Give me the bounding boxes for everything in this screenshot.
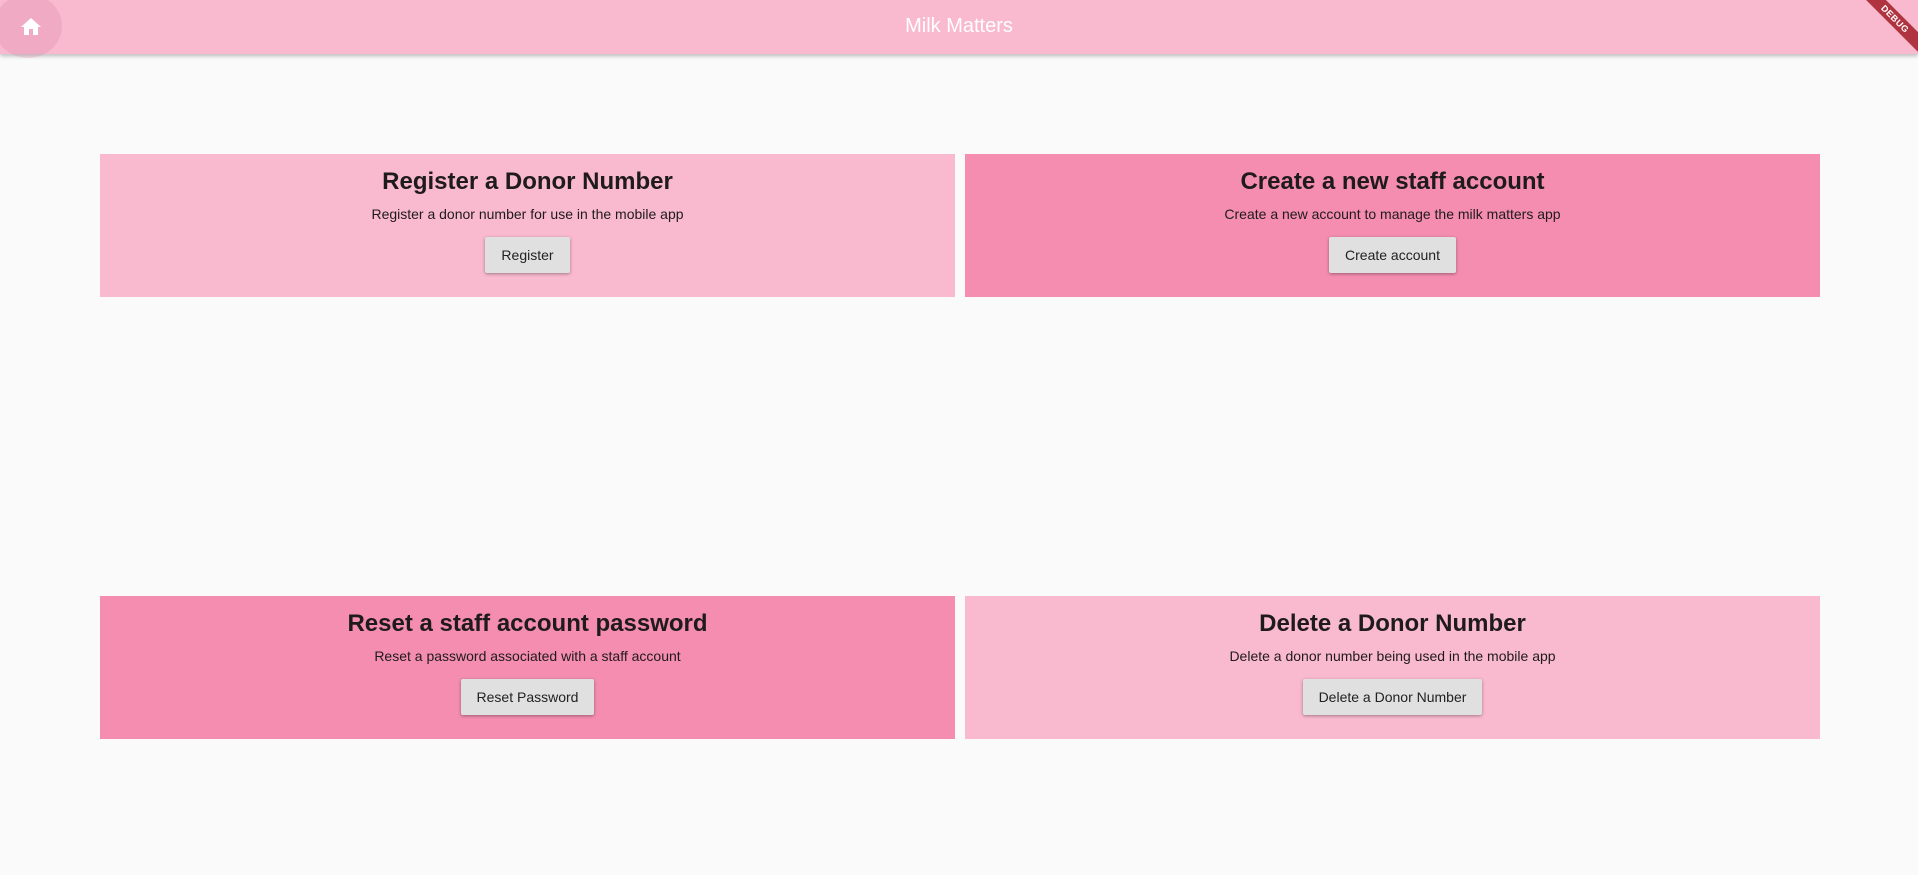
- reset-password-card: Reset a staff account password Reset a p…: [100, 596, 955, 739]
- app-title: Milk Matters: [905, 15, 1013, 37]
- card-title: Reset a staff account password: [347, 610, 708, 637]
- delete-donor-button[interactable]: Delete a Donor Number: [1302, 679, 1483, 715]
- debug-banner: DEBUG: [1858, 0, 1918, 60]
- register-donor-card: Register a Donor Number Register a donor…: [100, 154, 955, 297]
- reset-password-button[interactable]: Reset Password: [460, 679, 595, 715]
- debug-label: DEBUG: [1858, 0, 1918, 56]
- home-button[interactable]: [0, 0, 62, 58]
- create-account-button[interactable]: Create account: [1329, 237, 1456, 273]
- delete-donor-card: Delete a Donor Number Delete a donor num…: [965, 596, 1820, 739]
- card-description: Register a donor number for use in the m…: [371, 206, 684, 222]
- create-staff-account-card: Create a new staff account Create a new …: [965, 154, 1820, 297]
- card-description: Delete a donor number being used in the …: [1229, 648, 1556, 664]
- card-description: Reset a password associated with a staff…: [374, 648, 681, 664]
- home-icon: [21, 18, 41, 35]
- app-bar: Milk Matters: [0, 0, 1918, 58]
- register-button[interactable]: Register: [485, 237, 570, 273]
- card-description: Create a new account to manage the milk …: [1224, 206, 1561, 222]
- card-title: Register a Donor Number: [382, 168, 673, 195]
- card-title: Delete a Donor Number: [1259, 610, 1526, 637]
- card-title: Create a new staff account: [1240, 168, 1545, 195]
